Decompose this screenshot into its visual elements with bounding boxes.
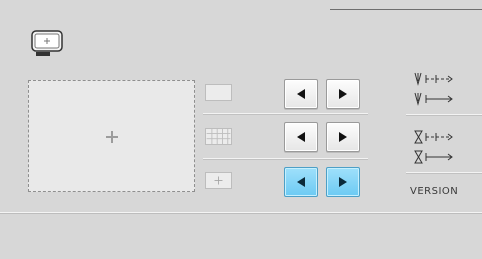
grid-swatch-icon [205, 128, 232, 145]
background-swatch [205, 84, 232, 101]
version-label: VERSION [410, 186, 459, 197]
plus-cross-icon [106, 131, 118, 143]
needle-move-solid-icon [414, 92, 453, 106]
side-divider [406, 172, 482, 173]
cursor-left-button[interactable] [284, 167, 318, 197]
left-arrow-icon [297, 177, 305, 187]
right-arrow-icon [339, 89, 347, 99]
hourglass-move-solid-icon [414, 150, 453, 164]
cursor-swatch-icon [205, 172, 232, 189]
row-divider [203, 158, 368, 159]
embroidery-preview-area [28, 80, 195, 192]
background-left-button[interactable] [284, 79, 318, 109]
side-divider [406, 114, 482, 115]
row-divider [203, 113, 368, 114]
background-right-button[interactable] [326, 79, 360, 109]
cursor-right-button[interactable] [326, 167, 360, 197]
left-arrow-icon [297, 132, 305, 142]
left-arrow-icon [297, 89, 305, 99]
hourglass-move-dashed-icon [414, 130, 453, 144]
right-arrow-icon [339, 132, 347, 142]
grid-right-button[interactable] [326, 122, 360, 152]
bottom-divider-line [0, 212, 482, 213]
grid-left-button[interactable] [284, 122, 318, 152]
embroidery-hoop-icon[interactable] [30, 30, 68, 60]
right-arrow-icon [339, 177, 347, 187]
top-divider-line [330, 9, 482, 10]
needle-move-dashed-icon [414, 72, 453, 86]
